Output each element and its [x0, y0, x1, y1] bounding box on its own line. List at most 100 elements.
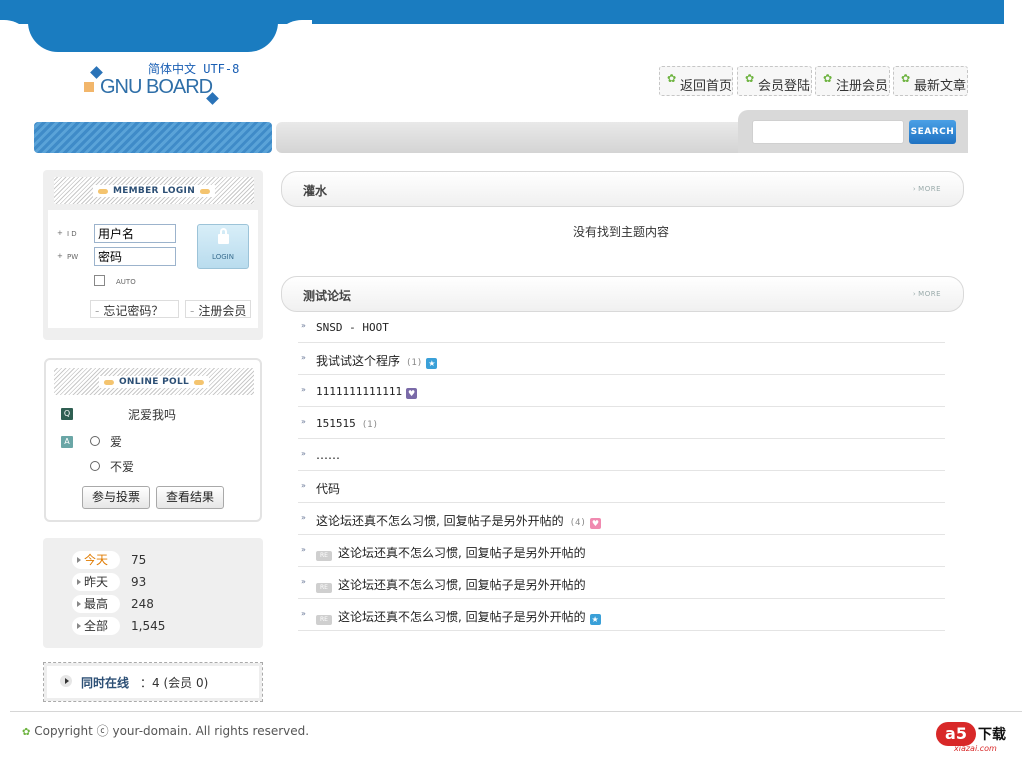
- post-row[interactable]: » RE 这论坛还真不怎么习惯, 回复帖子是另外开帖的: [298, 567, 945, 599]
- password-input[interactable]: [94, 247, 176, 266]
- site-logo[interactable]: 简体中文 UTF-8 GNU BOARD: [84, 60, 244, 110]
- sprout-icon: ✿: [823, 72, 833, 85]
- reply-badge-icon: RE: [316, 583, 332, 593]
- copyright-label: Copyright ⓒ your-domain. All rights rese…: [34, 724, 310, 738]
- arrow-right-icon: [77, 601, 81, 607]
- post-row[interactable]: » 我试试这个程序 (1) ★: [298, 343, 945, 375]
- copyright-text: ✿ Copyright ⓒ your-domain. All rights re…: [22, 722, 309, 739]
- post-row[interactable]: » 代码: [298, 471, 945, 503]
- poll-option-label: 不爱: [110, 460, 135, 474]
- nav-label: 最新文章: [914, 79, 967, 94]
- section-header-guanshui: 灌水 MORE: [281, 171, 964, 207]
- section-header-test-forum: 测试论坛 MORE: [281, 276, 964, 312]
- arrow-right-icon: [77, 579, 81, 585]
- footer-divider: [10, 711, 1022, 712]
- left-decor-bar: [34, 122, 272, 153]
- nav-label: 会员登陆: [758, 79, 811, 94]
- bullet-icon: »: [301, 545, 306, 554]
- poll-question: 泥爱我吗: [128, 408, 177, 422]
- visitor-label-yesterday: 昨天: [72, 573, 120, 591]
- poll-option-label: 爱: [110, 435, 123, 449]
- post-title: SNSD - HOOT: [316, 321, 389, 334]
- nav-register-button[interactable]: ✿ 注册会员: [815, 66, 890, 96]
- search-input[interactable]: [752, 120, 904, 144]
- post-title-wrap: 1111111111111 ♥: [316, 384, 418, 399]
- watermark-download: 下载: [978, 727, 1006, 743]
- post-title: 我试试这个程序: [316, 354, 401, 368]
- online-now-box[interactable]: 同时在线 ：4 (会员 0): [43, 662, 263, 702]
- post-row[interactable]: » 151515 (1): [298, 407, 945, 439]
- post-title: 151515: [316, 417, 356, 430]
- auto-login-label: AUTO: [116, 278, 136, 286]
- search-button[interactable]: SEARCH: [909, 120, 956, 144]
- post-title: 这论坛还真不怎么习惯, 回复帖子是另外开帖的: [338, 610, 586, 624]
- more-link[interactable]: MORE: [913, 290, 941, 298]
- visitor-count-today: 75: [131, 553, 147, 567]
- visitor-label-max: 最高: [72, 595, 120, 613]
- username-input[interactable]: [94, 224, 176, 243]
- sprout-icon: ✿: [667, 72, 677, 85]
- post-title-wrap: 这论坛还真不怎么习惯, 回复帖子是另外开帖的 (4) ♥: [316, 512, 601, 529]
- nav-latest-button[interactable]: ✿ 最新文章: [893, 66, 968, 96]
- post-row[interactable]: » ……: [298, 439, 945, 471]
- nav-login-button[interactable]: ✿ 会员登陆: [737, 66, 812, 96]
- arrow-right-icon: [77, 557, 81, 563]
- visitor-label-text: 全部: [84, 619, 109, 633]
- post-title: ……: [316, 448, 340, 462]
- vote-button[interactable]: 参与投票: [82, 486, 150, 509]
- post-title: 这论坛还真不怎么习惯, 回复帖子是另外开帖的: [338, 578, 586, 592]
- dash-marker: -: [190, 304, 195, 318]
- visitor-label-today: 今天: [72, 551, 120, 569]
- bullet-icon: »: [301, 609, 306, 618]
- post-row[interactable]: » RE 这论坛还真不怎么习惯, 回复帖子是另外开帖的 ★: [298, 599, 945, 631]
- login-button-label: LOGIN: [212, 253, 234, 261]
- star-icon: ★: [589, 614, 601, 625]
- post-title-wrap: RE 这论坛还真不怎么习惯, 回复帖子是另外开帖的: [316, 544, 586, 561]
- bullet-icon: »: [301, 353, 306, 362]
- register-label: 注册会员: [198, 304, 247, 318]
- post-row[interactable]: » 这论坛还真不怎么习惯, 回复帖子是另外开帖的 (4) ♥: [298, 503, 945, 535]
- login-button[interactable]: LOGIN: [197, 224, 249, 269]
- section-title: 灌水: [303, 184, 328, 198]
- nav-home-button[interactable]: ✿ 返回首页: [659, 66, 733, 96]
- register-link[interactable]: - 注册会员: [185, 300, 251, 318]
- post-title-wrap: RE 这论坛还真不怎么习惯, 回复帖子是另外开帖的 ★: [316, 608, 601, 625]
- post-title: 这论坛还真不怎么习惯, 回复帖子是另外开帖的: [316, 514, 564, 528]
- post-row[interactable]: » SNSD - HOOT: [298, 311, 945, 343]
- bullet-icon: »: [301, 577, 306, 586]
- id-label: I D: [67, 230, 77, 238]
- answer-badge: A: [61, 436, 73, 448]
- lock-icon: [218, 228, 229, 244]
- watermark-site: xiazai.com: [954, 744, 997, 753]
- forgot-password-link[interactable]: - 忘记密码？: [90, 300, 179, 318]
- nav-label: 注册会员: [836, 79, 889, 94]
- post-title-wrap: 151515 (1): [316, 416, 378, 430]
- visitor-label-text: 最高: [84, 597, 109, 611]
- logo-text: GNU BOARD: [100, 76, 213, 98]
- heart-icon: ♥: [589, 518, 601, 529]
- visitor-count-yesterday: 93: [131, 575, 147, 589]
- reply-badge-icon: RE: [316, 551, 332, 561]
- arrow-right-icon: [77, 623, 81, 629]
- bullet-icon: »: [301, 417, 306, 426]
- view-results-button[interactable]: 查看结果: [156, 486, 224, 509]
- online-poll-header: ONLINE POLL: [54, 368, 254, 395]
- bullet-icon: »: [301, 481, 306, 490]
- visitor-count-total: 1,545: [131, 619, 166, 633]
- play-arrow-icon: [65, 678, 69, 684]
- sprout-icon: ✿: [901, 72, 911, 85]
- more-link[interactable]: MORE: [913, 185, 941, 193]
- auto-login-checkbox[interactable]: [94, 275, 105, 286]
- post-row[interactable]: » RE 这论坛还真不怎么习惯, 回复帖子是另外开帖的: [298, 535, 945, 567]
- poll-option-radio[interactable]: [90, 461, 100, 471]
- post-title: 代码: [316, 482, 341, 496]
- dash-marker: -: [95, 304, 100, 318]
- post-row[interactable]: » 1111111111111 ♥: [298, 375, 945, 407]
- top-banner-tab: [28, 20, 278, 52]
- page-margin: [1004, 0, 1024, 758]
- bullet-icon: »: [301, 513, 306, 522]
- sprout-icon: ✿: [745, 72, 755, 85]
- online-now-label: 同时在线: [81, 676, 130, 690]
- reply-badge-icon: RE: [316, 615, 332, 625]
- poll-option-radio[interactable]: [90, 436, 100, 446]
